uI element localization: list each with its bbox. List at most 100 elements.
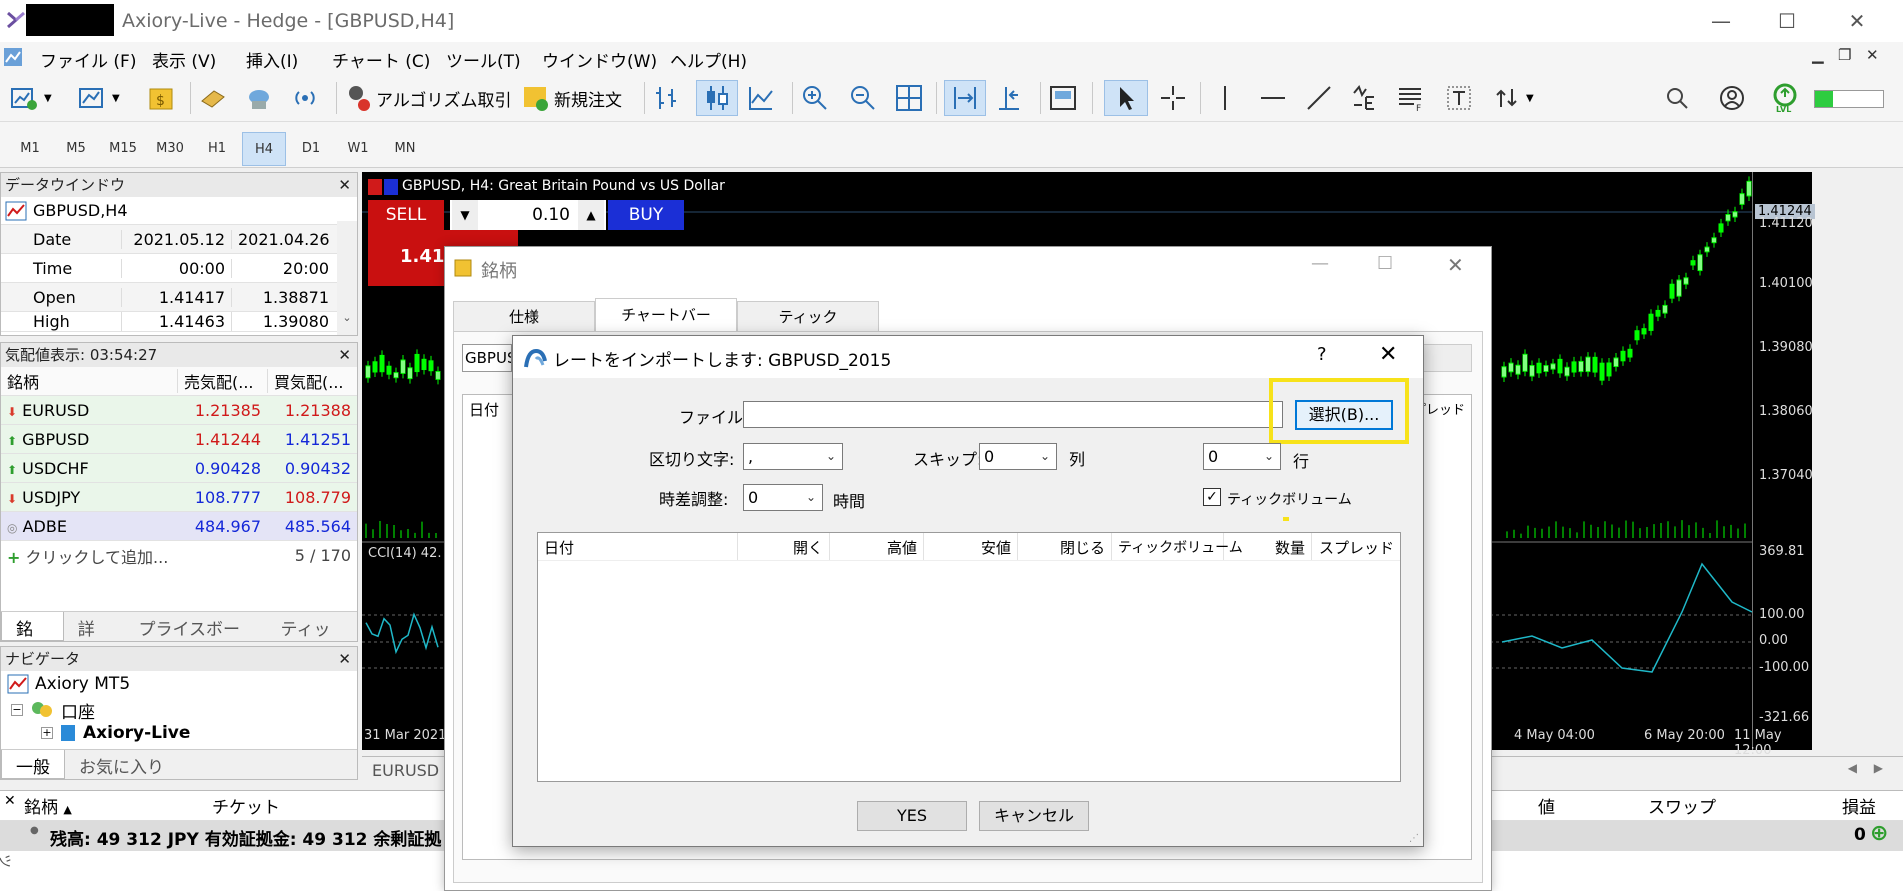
tab-symbols[interactable]: 銘柄 xyxy=(1,612,64,641)
tab-price-board[interactable]: プライスボード xyxy=(124,612,266,641)
mdi-minimize-icon[interactable]: ▁ xyxy=(1812,46,1824,64)
menu-chart[interactable]: チャート (C) xyxy=(332,47,430,72)
maximize-icon[interactable]: ☐ xyxy=(1377,253,1393,274)
tab-ticks[interactable]: ティック xyxy=(267,612,357,641)
scrollbar[interactable]: ⌄ xyxy=(337,221,357,335)
chart-shift-button[interactable] xyxy=(994,80,1024,116)
tf-w1[interactable]: W1 xyxy=(338,132,378,166)
tf-mn[interactable]: MN xyxy=(385,132,425,166)
collapse-icon[interactable]: − xyxy=(11,704,23,716)
line-chart-button[interactable] xyxy=(746,80,782,116)
close-icon[interactable]: ✕ xyxy=(1379,342,1397,367)
delimiter-select[interactable]: , ⌄ xyxy=(743,443,843,470)
search-button[interactable] xyxy=(1664,80,1690,116)
tf-h1[interactable]: H1 xyxy=(197,132,237,166)
fibo-button[interactable]: F xyxy=(1396,80,1426,116)
tick-volume-checkbox[interactable]: ✓ xyxy=(1203,488,1221,506)
tf-h4[interactable]: H4 xyxy=(242,132,286,166)
menu-file[interactable]: ファイル (F) xyxy=(40,47,136,72)
profiles-button[interactable]: ▼ xyxy=(78,80,120,116)
menu-help[interactable]: ヘルプ(H) xyxy=(670,47,747,72)
skip-columns-select[interactable]: 0 ⌄ xyxy=(979,443,1057,470)
tf-m30[interactable]: M30 xyxy=(150,132,190,166)
tf-m1[interactable]: M1 xyxy=(10,132,50,166)
close-icon[interactable]: ✕ xyxy=(338,173,351,197)
help-icon[interactable]: ? xyxy=(1317,344,1327,365)
close-icon[interactable]: ✕ xyxy=(338,647,351,671)
add-icon[interactable]: ⊕ xyxy=(1870,821,1888,846)
cancel-button[interactable]: キャンセル xyxy=(979,801,1089,831)
resize-grip-icon[interactable]: ⋰ xyxy=(1409,833,1419,844)
zoom-out-button[interactable] xyxy=(848,80,878,116)
close-icon[interactable]: ✕ xyxy=(1842,8,1872,34)
chart-tab-eurusd[interactable]: EURUSD xyxy=(372,761,439,780)
tf-d1[interactable]: D1 xyxy=(291,132,331,166)
buy-button[interactable]: BUY xyxy=(608,200,684,230)
arrows-tool-button[interactable]: ▼ xyxy=(1492,80,1534,116)
maximize-icon[interactable]: ☐ xyxy=(1772,8,1802,34)
vertical-line-button[interactable] xyxy=(1214,80,1236,116)
symbol-select[interactable]: GBPUS xyxy=(462,344,512,372)
level-button[interactable]: LVL xyxy=(1770,80,1800,116)
time-offset-select[interactable]: 0 ⌄ xyxy=(743,484,823,511)
minimize-icon[interactable]: — xyxy=(1311,253,1329,274)
bar-chart-button[interactable] xyxy=(652,80,688,116)
close-icon[interactable]: ✕ xyxy=(1447,253,1464,277)
tf-m5[interactable]: M5 xyxy=(56,132,96,166)
menu-view[interactable]: 表示 (V) xyxy=(152,47,216,72)
chevron-down-icon[interactable]: ⌄ xyxy=(337,311,357,324)
tab-general[interactable]: 一般 xyxy=(1,750,65,779)
trendline-button[interactable] xyxy=(1304,80,1334,116)
scroll-left-icon[interactable]: ◀ xyxy=(1848,761,1857,775)
text-tool-button[interactable] xyxy=(1444,80,1474,116)
tab-details[interactable]: 詳細 xyxy=(64,612,125,641)
lot-increase-icon[interactable]: ▲ xyxy=(578,200,604,230)
cursor-tool-button[interactable] xyxy=(1104,80,1148,116)
market-watch-row[interactable]: ⬆ GBPUSD 1.41244 1.41251 xyxy=(1,425,357,454)
add-symbol-row[interactable]: + クリックして追加... 5 / 170 xyxy=(1,541,357,570)
market-watch-row[interactable]: ◎ ADBE 484.967 485.564 xyxy=(1,512,357,541)
one-click-icon[interactable] xyxy=(368,178,400,196)
horizontal-line-button[interactable] xyxy=(1258,80,1288,116)
market-watch-button[interactable]: $ xyxy=(146,80,176,116)
navigator-button[interactable] xyxy=(244,80,274,116)
navigator-root[interactable]: Axiory MT5 xyxy=(1,671,357,697)
file-input[interactable] xyxy=(743,401,1283,428)
market-watch-row[interactable]: ⬇ USDJPY 108.777 108.779 xyxy=(1,483,357,512)
new-chart-button[interactable]: ▼ xyxy=(10,80,52,116)
scroll-right-icon[interactable]: ▶ xyxy=(1874,761,1883,775)
elliott-button[interactable] xyxy=(1350,80,1380,116)
mdi-restore-icon[interactable]: ❐ xyxy=(1838,46,1851,64)
algo-trading-button[interactable]: アルゴリズム取引 xyxy=(344,80,512,116)
tf-m15[interactable]: M15 xyxy=(103,132,143,166)
lot-decrease-icon[interactable]: ▼ xyxy=(452,200,478,230)
market-watch-row[interactable]: ⬆ USDCHF 0.90428 0.90432 xyxy=(1,454,357,483)
templates-button[interactable] xyxy=(1048,80,1078,116)
menu-tools[interactable]: ツール(T) xyxy=(446,47,521,72)
crosshair-tool-button[interactable] xyxy=(1158,80,1188,116)
signals-button[interactable] xyxy=(290,80,320,116)
sell-button[interactable]: SELL xyxy=(368,200,444,230)
menu-insert[interactable]: 挿入(I) xyxy=(246,47,298,72)
zoom-in-button[interactable] xyxy=(800,80,830,116)
navigator-accounts[interactable]: − 口座 xyxy=(1,697,357,723)
account-button[interactable] xyxy=(1718,80,1746,116)
candlestick-button[interactable] xyxy=(696,80,738,116)
tab-favorites[interactable]: お気に入り xyxy=(65,750,178,779)
tab-specification[interactable]: 仕様 xyxy=(453,301,595,331)
new-order-button[interactable]: 新規注文 xyxy=(522,80,622,116)
mdi-close-icon[interactable]: ✕ xyxy=(1866,46,1879,64)
close-icon[interactable]: ✕ xyxy=(338,343,351,367)
ok-button[interactable]: YES xyxy=(857,801,967,831)
tile-windows-button[interactable] xyxy=(894,80,924,116)
browse-button[interactable]: 選択(B)... xyxy=(1295,400,1393,430)
document-icon[interactable] xyxy=(2,46,24,68)
expand-icon[interactable]: + xyxy=(41,727,53,739)
menu-window[interactable]: ウインドウ(W) xyxy=(542,47,657,72)
auto-scroll-button[interactable] xyxy=(944,80,986,116)
tab-bars[interactable]: チャートバー xyxy=(595,298,737,331)
data-window-button[interactable] xyxy=(198,80,228,116)
navigator-account[interactable]: + Axiory-Live xyxy=(1,723,357,743)
minimize-icon[interactable]: — xyxy=(1706,8,1736,34)
skip-rows-select[interactable]: 0 ⌄ xyxy=(1203,443,1281,470)
